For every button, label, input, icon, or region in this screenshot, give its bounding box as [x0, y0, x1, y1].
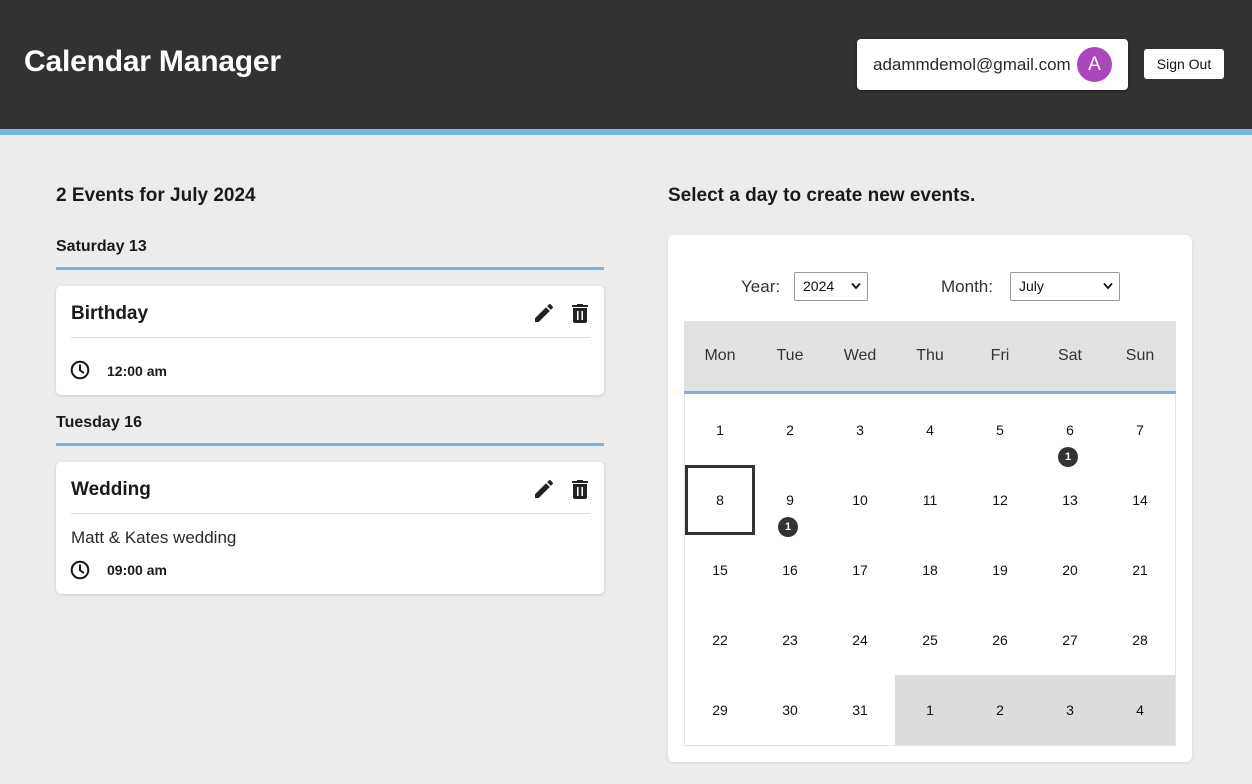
sign-out-button[interactable]: Sign Out — [1144, 49, 1224, 79]
avatar[interactable]: A — [1077, 47, 1112, 82]
pencil-icon — [535, 479, 554, 498]
card-divider — [71, 513, 590, 514]
weekday-mon: Mon — [704, 347, 736, 364]
event-card-birthday[interactable]: Birthday 12:00 am — [56, 286, 604, 395]
chevron-down-icon — [1103, 282, 1113, 290]
year-select[interactable]: 2024 — [794, 272, 868, 301]
weekday-tue: Tue — [776, 347, 804, 364]
day-cell[interactable]: 31 — [825, 675, 895, 745]
card-divider — [71, 337, 590, 338]
day-cell[interactable]: 2 — [755, 395, 825, 465]
event-title: Wedding — [71, 479, 151, 500]
day-cell[interactable]: 23 — [755, 605, 825, 675]
edit-event-button[interactable] — [532, 477, 556, 501]
events-summary-title: 2 Events for July 2024 — [56, 185, 256, 206]
day-cell-next-month[interactable]: 1 — [895, 675, 965, 745]
day-cell[interactable]: 27 — [1035, 605, 1105, 675]
event-time: 09:00 am — [107, 562, 167, 578]
user-email: adammdemol@gmail.com — [873, 55, 1071, 74]
year-label: Year: — [741, 277, 781, 296]
day-cell[interactable]: 15 — [685, 535, 755, 605]
event-description: Matt & Kates wedding — [71, 528, 237, 547]
day-cell[interactable]: 17 — [825, 535, 895, 605]
day-heading-divider — [56, 267, 604, 270]
weekday-sun: Sun — [1125, 347, 1155, 364]
day-cell-next-month[interactable]: 4 — [1105, 675, 1175, 745]
day-cell[interactable]: 16 — [755, 535, 825, 605]
day-heading-saturday-13: Saturday 13 — [56, 238, 147, 255]
day-cell-next-month[interactable]: 2 — [965, 675, 1035, 745]
calendar-instructions: Select a day to create new events. — [668, 185, 976, 206]
month-select-value: July — [1019, 278, 1044, 294]
day-cell[interactable]: 25 — [895, 605, 965, 675]
clock-icon — [70, 360, 90, 380]
year-select-value: 2024 — [803, 278, 835, 294]
trash-icon — [572, 480, 588, 499]
day-cell[interactable]: 21 — [1105, 535, 1175, 605]
day-cell[interactable]: 12 — [965, 465, 1035, 535]
weekday-fri: Fri — [990, 347, 1010, 364]
user-account-box[interactable]: adammdemol@gmail.com A — [857, 39, 1128, 90]
day-cell[interactable]: 19 — [965, 535, 1035, 605]
day-cell[interactable]: 28 — [1105, 605, 1175, 675]
event-time: 12:00 am — [107, 363, 167, 379]
weekday-sat: Sat — [1057, 347, 1082, 364]
day-cell[interactable]: 24 — [825, 605, 895, 675]
day-cell-selected[interactable]: 8 — [685, 465, 755, 535]
delete-event-button[interactable] — [568, 301, 592, 325]
day-cell[interactable]: 7 — [1105, 395, 1175, 465]
weekday-thu: Thu — [916, 347, 944, 364]
day-cell[interactable]: 14 — [1105, 465, 1175, 535]
day-cell[interactable]: 20 — [1035, 535, 1105, 605]
day-cell-next-month[interactable]: 3 — [1035, 675, 1105, 745]
chevron-down-icon — [851, 282, 861, 290]
month-select[interactable]: July — [1010, 272, 1120, 301]
day-cell[interactable]: 3 — [825, 395, 895, 465]
clock-icon — [70, 560, 90, 580]
delete-event-button[interactable] — [568, 477, 592, 501]
app-title: Calendar Manager — [24, 45, 281, 78]
event-title: Birthday — [71, 303, 149, 324]
header-accent-line — [0, 129, 1252, 135]
edit-event-button[interactable] — [532, 301, 556, 325]
day-cell[interactable]: 26 — [965, 605, 1035, 675]
day-heading-divider — [56, 443, 604, 446]
pencil-icon — [535, 303, 554, 322]
day-cell[interactable]: 22 — [685, 605, 755, 675]
day-cell[interactable]: 10 — [825, 465, 895, 535]
event-count-badge: 1 — [1058, 447, 1078, 467]
month-label: Month: — [941, 277, 993, 296]
day-cell[interactable]: 4 — [895, 395, 965, 465]
event-count-badge: 1 — [778, 517, 798, 537]
day-cell[interactable]: 29 — [685, 675, 755, 745]
weekday-wed: Wed — [843, 347, 877, 364]
day-cell[interactable]: 13 — [1035, 465, 1105, 535]
event-card-wedding[interactable]: Wedding Matt & Kates wedding 09:00 am — [56, 462, 604, 594]
day-cell[interactable]: 18 — [895, 535, 965, 605]
day-cell[interactable]: 5 — [965, 395, 1035, 465]
day-heading-tuesday-16: Tuesday 16 — [56, 414, 142, 431]
day-cell[interactable]: 11 — [895, 465, 965, 535]
trash-icon — [572, 304, 588, 323]
day-cell[interactable]: 30 — [755, 675, 825, 745]
day-cell[interactable]: 1 — [685, 395, 755, 465]
